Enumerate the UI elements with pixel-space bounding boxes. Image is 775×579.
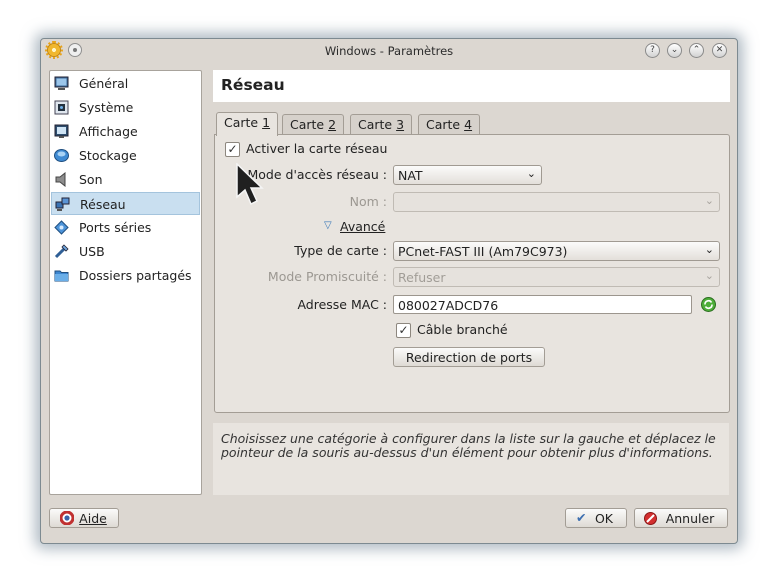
enable-adapter-label: Activer la carte réseau (246, 141, 388, 156)
sidebar-item-serial-ports[interactable]: Ports séries (51, 216, 200, 239)
sidebar-item-label: Ports séries (79, 220, 152, 235)
cancel-label: Annuler (665, 511, 715, 526)
ok-button[interactable]: ✔ OK (565, 508, 627, 528)
enable-adapter-checkbox[interactable]: ✓ (225, 142, 240, 157)
display-icon (54, 124, 69, 138)
help-label: Aide (79, 511, 107, 526)
tab-label: Carte (358, 117, 397, 132)
name-select[interactable]: ⌄ (393, 192, 720, 212)
chevron-down-icon: ⌄ (526, 167, 536, 180)
mac-address-label: Adresse MAC : (297, 297, 387, 312)
lifebuoy-icon (60, 511, 74, 525)
tab-carte-4[interactable]: Carte 4 (418, 114, 481, 135)
access-mode-value: NAT (398, 168, 423, 183)
promiscuous-mode-select[interactable]: Refuser ⌄ (393, 267, 720, 287)
folder-icon (54, 270, 69, 282)
adapter-type-label: Type de carte : (294, 243, 387, 258)
info-box: Choisissez une catégorie à configurer da… (213, 423, 729, 495)
adapter-panel: ✓ Activer la carte réseau Mode d'accès r… (214, 134, 730, 413)
sidebar-item-label: Réseau (80, 197, 126, 212)
category-list[interactable]: Général Système Affichage Stockage Son R… (49, 70, 202, 495)
tab-key: 4 (464, 117, 473, 132)
ok-label: OK (594, 511, 614, 526)
cable-connected-label: Câble branché (417, 322, 508, 337)
minimize-button[interactable]: ⌄ (667, 43, 682, 58)
network-icon (55, 197, 70, 211)
serial-port-icon (54, 220, 69, 235)
cancel-icon (644, 512, 657, 525)
settings-window: Windows - Paramètres ? ⌄ ⌃ ✕ Général Sys… (40, 38, 738, 544)
page-header: Réseau (213, 70, 730, 102)
disk-icon (54, 149, 69, 162)
chevron-down-icon: ⌄ (704, 243, 714, 256)
sidebar-item-shared-folders[interactable]: Dossiers partagés (51, 264, 200, 287)
page-title: Réseau (221, 76, 285, 94)
usb-icon (54, 244, 69, 259)
sidebar-item-label: Système (79, 100, 134, 115)
sidebar-item-general[interactable]: Général (51, 72, 200, 95)
sidebar-item-network[interactable]: Réseau (51, 192, 200, 215)
sidebar-item-label: Dossiers partagés (79, 268, 192, 283)
access-mode-select[interactable]: NAT ⌄ (393, 165, 542, 185)
port-forwarding-button[interactable]: Redirection de ports (393, 347, 545, 367)
chevron-down-icon: ⌄ (704, 194, 714, 207)
help-window-button[interactable]: ? (645, 43, 660, 58)
promiscuous-mode-value: Refuser (398, 270, 446, 285)
sidebar-item-storage[interactable]: Stockage (51, 144, 200, 167)
sidebar-item-sound[interactable]: Son (51, 168, 200, 191)
tab-carte-2[interactable]: Carte 2 (282, 114, 345, 135)
sidebar-item-label: USB (79, 244, 105, 259)
chevron-down-icon: ⌄ (704, 269, 714, 282)
sidebar-item-label: Général (79, 76, 129, 91)
help-button[interactable]: Aide (49, 508, 119, 528)
tab-carte-3[interactable]: Carte 3 (350, 114, 413, 135)
sidebar-item-usb[interactable]: USB (51, 240, 200, 263)
sidebar-item-display[interactable]: Affichage (51, 120, 200, 143)
adapter-type-value: PCnet-FAST III (Am79C973) (398, 244, 568, 259)
triangle-down-icon[interactable]: ▽ (324, 220, 332, 231)
mac-address-input[interactable]: 080027ADCD76 (393, 295, 692, 314)
tab-carte-1[interactable]: Carte 1 (216, 112, 279, 136)
window-title: Windows - Paramètres (324, 44, 454, 58)
promiscuous-mode-label: Mode Promiscuité : (267, 269, 387, 284)
close-button[interactable]: ✕ (712, 43, 727, 58)
tab-key: 1 (262, 115, 271, 130)
refresh-mac-icon[interactable] (701, 297, 716, 312)
advanced-toggle[interactable]: Avancé (340, 219, 385, 234)
tab-key: 2 (328, 117, 337, 132)
adapter-type-select[interactable]: PCnet-FAST III (Am79C973) ⌄ (393, 241, 720, 261)
sidebar-item-label: Stockage (79, 148, 137, 163)
sidebar-item-label: Affichage (79, 124, 138, 139)
tab-label: Carte (290, 117, 329, 132)
tab-label: Carte (224, 115, 263, 130)
checkmark-icon: ✔ (576, 510, 587, 525)
monitor-icon (54, 76, 69, 90)
chip-icon (54, 100, 69, 115)
info-text: Choisissez une catégorie à configurer da… (221, 431, 716, 460)
cancel-button[interactable]: Annuler (634, 508, 728, 528)
tab-label: Carte (426, 117, 465, 132)
speaker-icon (55, 172, 66, 187)
mac-address-value: 080027ADCD76 (398, 298, 499, 313)
maximize-button[interactable]: ⌃ (689, 43, 704, 58)
sidebar-item-system[interactable]: Système (51, 96, 200, 119)
mouse-cursor-icon (236, 163, 264, 206)
cable-connected-checkbox[interactable]: ✓ (396, 323, 411, 338)
tab-key: 3 (396, 117, 405, 132)
title-bar[interactable]: Windows - Paramètres ? ⌄ ⌃ ✕ (41, 39, 737, 63)
sidebar-item-label: Son (79, 172, 103, 187)
